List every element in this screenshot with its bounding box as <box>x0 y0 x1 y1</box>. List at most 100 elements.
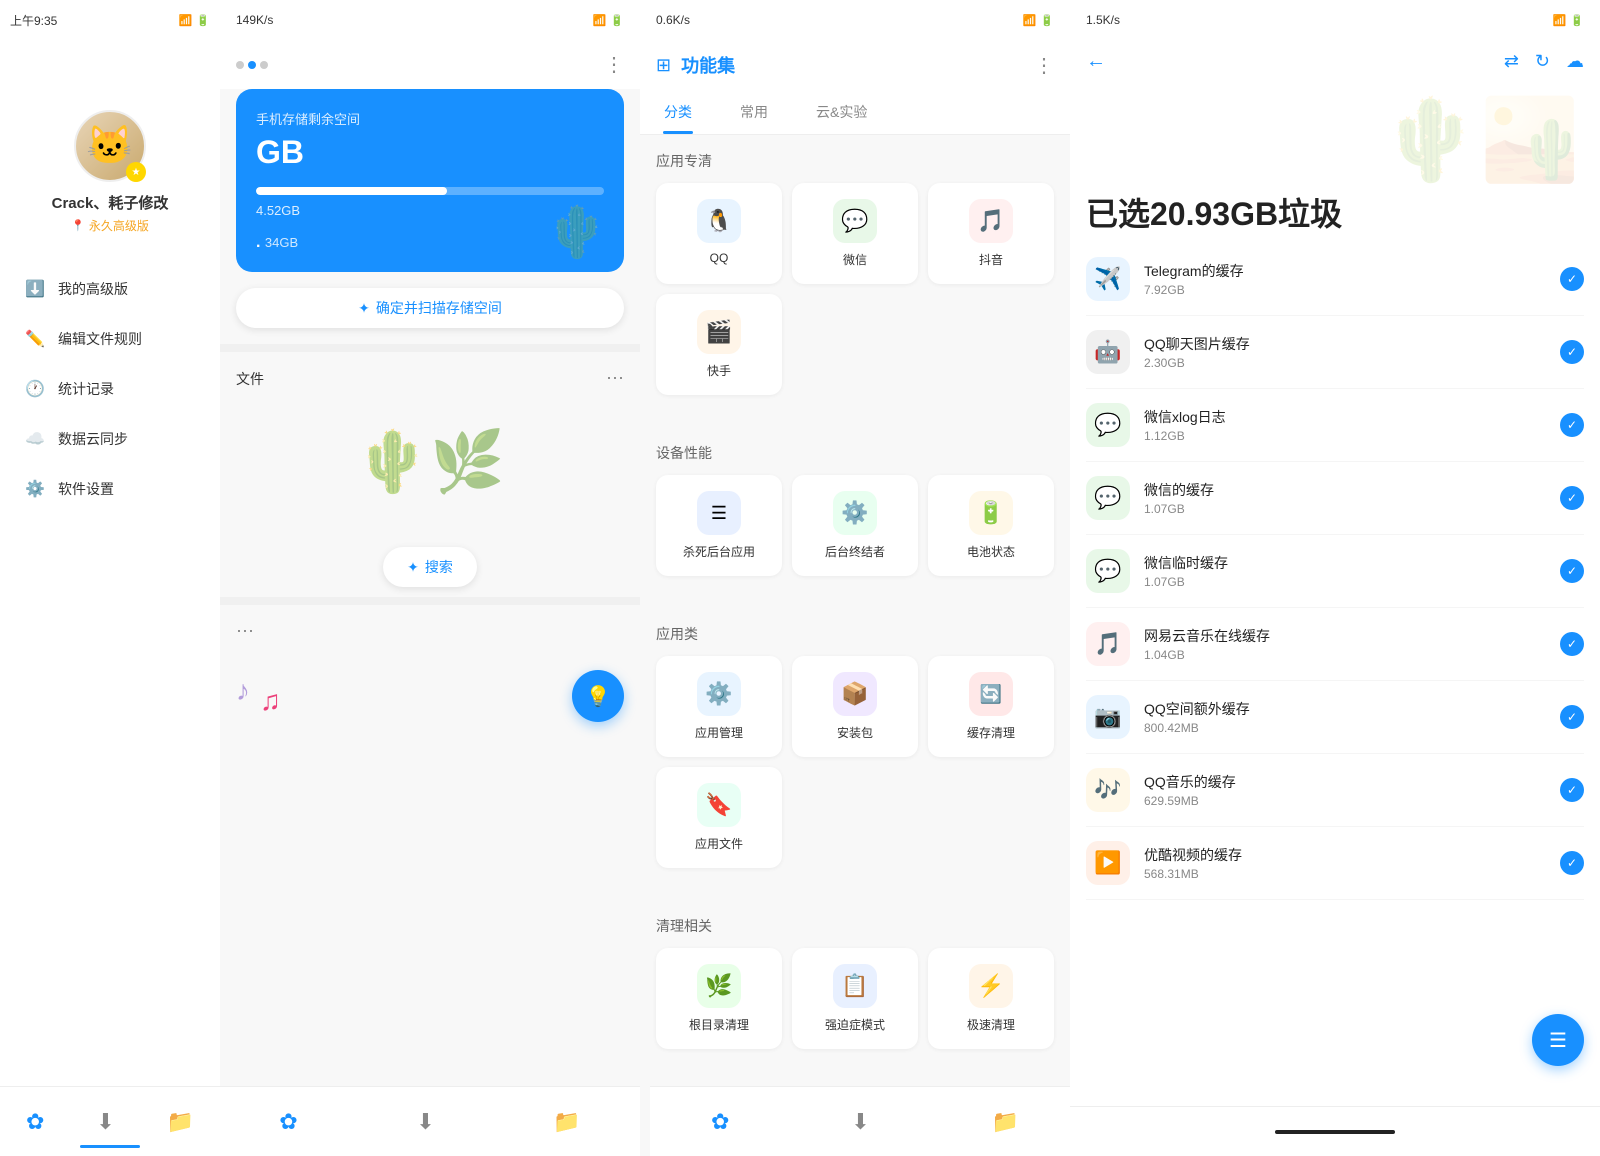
wx-xlog-app-icon: 💬 <box>1086 403 1130 447</box>
qq-chat-name: QQ聊天图片缓存 <box>1144 334 1546 354</box>
battery-label: 电池状态 <box>967 543 1015 560</box>
nav-folder-btn-1[interactable]: 📁 <box>159 1101 202 1143</box>
func-item-force[interactable]: 📋 强迫症模式 <box>792 948 918 1049</box>
more-icon-2[interactable]: ⋮ <box>604 52 624 77</box>
nav-folder-btn-3[interactable]: 📁 <box>984 1101 1027 1143</box>
tab-cloud[interactable]: 云&实验 <box>792 90 891 134</box>
youku-check[interactable]: ✓ <box>1560 851 1584 875</box>
sidebar-item-settings[interactable]: ⚙️ 软件设置 <box>0 464 220 514</box>
func-grid-device: ☰ 杀死后台应用 ⚙️ 后台终结者 🔋 电池状态 <box>656 475 1054 576</box>
upload-icon[interactable]: ☁ <box>1566 51 1584 72</box>
cloud-label: 数据云同步 <box>58 429 128 449</box>
qq-music-check[interactable]: ✓ <box>1560 778 1584 802</box>
junk-item-qq-music[interactable]: 🎶 QQ音乐的缓存 629.59MB ✓ <box>1086 754 1584 827</box>
file-section: 文件 ⋯ 🌵🌿 <box>220 352 640 537</box>
func-item-appfile[interactable]: 🔖 应用文件 <box>656 767 782 868</box>
search-button[interactable]: ✦ 搜索 <box>383 547 477 587</box>
refresh-icon[interactable]: ↻ <box>1535 51 1550 72</box>
qq-chat-check[interactable]: ✓ <box>1560 340 1584 364</box>
wx-xlog-check[interactable]: ✓ <box>1560 413 1584 437</box>
back-button[interactable]: ← <box>1086 50 1106 73</box>
nav-download-btn-1[interactable]: ⬇ <box>88 1101 122 1143</box>
junk-item-wyy[interactable]: 🎵 网易云音乐在线缓存 1.04GB ✓ <box>1086 608 1584 681</box>
status-icons-1: 📶 🔋 <box>179 14 210 27</box>
youku-size: 568.31MB <box>1144 867 1546 881</box>
swap-icon[interactable]: ⇄ <box>1504 51 1519 72</box>
nav-star-btn-2[interactable]: ⬇ <box>408 1101 442 1143</box>
junk-item-wx-temp[interactable]: 💬 微信临时缓存 1.07GB ✓ <box>1086 535 1584 608</box>
wx-cache-name: 微信的缓存 <box>1144 480 1546 500</box>
junk-item-youku[interactable]: ▶️ 优酷视频的缓存 568.31MB ✓ <box>1086 827 1584 900</box>
wyy-check[interactable]: ✓ <box>1560 632 1584 656</box>
tab-common[interactable]: 常用 <box>716 90 792 134</box>
sidebar-panel: 上午9:35 📶 🔋 🐱 ★ Crack、耗子修改 永久高级版 ⬇️ 我的高级版… <box>0 0 220 1156</box>
status-icons-4: 📶 🔋 <box>1553 14 1584 27</box>
more-icon-3[interactable]: ⋮ <box>1034 53 1054 78</box>
cache-label: 缓存清理 <box>967 724 1015 741</box>
func-item-battery[interactable]: 🔋 电池状态 <box>928 475 1054 576</box>
func-item-cache[interactable]: 🔄 缓存清理 <box>928 656 1054 757</box>
floating-action-button[interactable]: 💡 <box>572 670 624 722</box>
func-item-kill[interactable]: ☰ 杀死后台应用 <box>656 475 782 576</box>
junk-item-wx-xlog[interactable]: 💬 微信xlog日志 1.12GB ✓ <box>1086 389 1584 462</box>
func-item-wechat[interactable]: 💬 微信 <box>792 183 918 284</box>
storage-card: 手机存储剩余空间 GB 4.52GB . 34GB 🌵 <box>236 89 624 272</box>
sidebar-item-cloud[interactable]: ☁️ 数据云同步 <box>0 414 220 464</box>
backend-icon: ⚙️ <box>833 491 877 535</box>
func-item-backend[interactable]: ⚙️ 后台终结者 <box>792 475 918 576</box>
panel2-header: ⋮ <box>220 40 640 89</box>
fab-button[interactable]: ☰ <box>1532 1014 1584 1066</box>
storage-sub-label: 34GB <box>265 235 298 250</box>
nav-folder-btn-2[interactable]: 📁 <box>545 1101 588 1143</box>
wx-temp-name: 微信临时缓存 <box>1144 553 1546 573</box>
func-item-douyin[interactable]: 🎵 抖音 <box>928 183 1054 284</box>
confirm-scan-button[interactable]: ✦ 确定并扫描存储空间 <box>236 288 624 328</box>
battery-icon: 🔋 <box>969 491 1013 535</box>
section-title-app-clean: 应用专清 <box>656 151 1054 171</box>
user-level: 永久高级版 <box>71 217 149 234</box>
sidebar-item-premium[interactable]: ⬇️ 我的高级版 <box>0 264 220 314</box>
force-label: 强迫症模式 <box>825 1016 885 1033</box>
nav-fan-btn-3[interactable]: ✿ <box>703 1101 737 1143</box>
qq-space-info: QQ空间额外缓存 800.42MB <box>1144 699 1546 735</box>
qq-music-info: QQ音乐的缓存 629.59MB <box>1144 772 1546 808</box>
telegram-info: Telegram的缓存 7.92GB <box>1144 261 1546 297</box>
wx-cache-check[interactable]: ✓ <box>1560 486 1584 510</box>
qq-chat-size: 2.30GB <box>1144 356 1546 370</box>
storage-bar-fill <box>256 187 447 195</box>
junk-item-qq-space[interactable]: 📷 QQ空间额外缓存 800.42MB ✓ <box>1086 681 1584 754</box>
music-more-btn[interactable]: ⋯ <box>236 621 254 642</box>
func-item-kuaishou[interactable]: 🎬 快手 <box>656 294 782 395</box>
folder-icon-3: 📁 <box>992 1109 1019 1135</box>
qq-chat-app-icon: 🤖 <box>1086 330 1130 374</box>
wx-temp-check[interactable]: ✓ <box>1560 559 1584 583</box>
appmgr-icon: ⚙️ <box>697 672 741 716</box>
junk-hero: 🌵🏜️ 已选20.93GB垃圾 <box>1070 83 1600 243</box>
storage-used: 4.52GB <box>256 203 300 218</box>
features-panel: 0.6K/s 📶 🔋 ⊞ 功能集 ⋮ 分类 常用 云&实验 应用专清 🐧 QQ <box>640 0 1070 1156</box>
wx-temp-size: 1.07GB <box>1144 575 1546 589</box>
func-item-fast[interactable]: ⚡ 极速清理 <box>928 948 1054 1049</box>
tab-category[interactable]: 分类 <box>640 90 716 134</box>
func-item-apk[interactable]: 📦 安装包 <box>792 656 918 757</box>
status-bar-3: 0.6K/s 📶 🔋 <box>640 0 1070 40</box>
nav-fan-btn-1[interactable]: ✿ <box>18 1101 52 1143</box>
junk-clean-panel: 1.5K/s 📶 🔋 ← ⇄ ↻ ☁ 🌵🏜️ 已选20.93GB垃圾 ✈️ Te… <box>1070 0 1600 1156</box>
qq-space-check[interactable]: ✓ <box>1560 705 1584 729</box>
nav-star-btn-3[interactable]: ⬇ <box>843 1101 877 1143</box>
junk-item-wx-cache[interactable]: 💬 微信的缓存 1.07GB ✓ <box>1086 462 1584 535</box>
func-item-rootclean[interactable]: 🌿 根目录清理 <box>656 948 782 1049</box>
func-item-appmgr[interactable]: ⚙️ 应用管理 <box>656 656 782 757</box>
section-divider-1 <box>220 344 640 352</box>
wechat-icon: 💬 <box>833 199 877 243</box>
nav-fan-btn-2[interactable]: ✿ <box>271 1101 305 1143</box>
func-item-qq[interactable]: 🐧 QQ <box>656 183 782 284</box>
sidebar-item-stats[interactable]: 🕐 统计记录 <box>0 364 220 414</box>
telegram-check[interactable]: ✓ <box>1560 267 1584 291</box>
sidebar-item-rules[interactable]: ✏️ 编辑文件规则 <box>0 314 220 364</box>
junk-item-qq-chat[interactable]: 🤖 QQ聊天图片缓存 2.30GB ✓ <box>1086 316 1584 389</box>
cactus-img: 🌵🌿 <box>355 426 504 497</box>
file-more-btn[interactable]: ⋯ <box>606 368 624 389</box>
junk-item-telegram[interactable]: ✈️ Telegram的缓存 7.92GB ✓ <box>1086 243 1584 316</box>
qq-label: QQ <box>710 251 729 265</box>
